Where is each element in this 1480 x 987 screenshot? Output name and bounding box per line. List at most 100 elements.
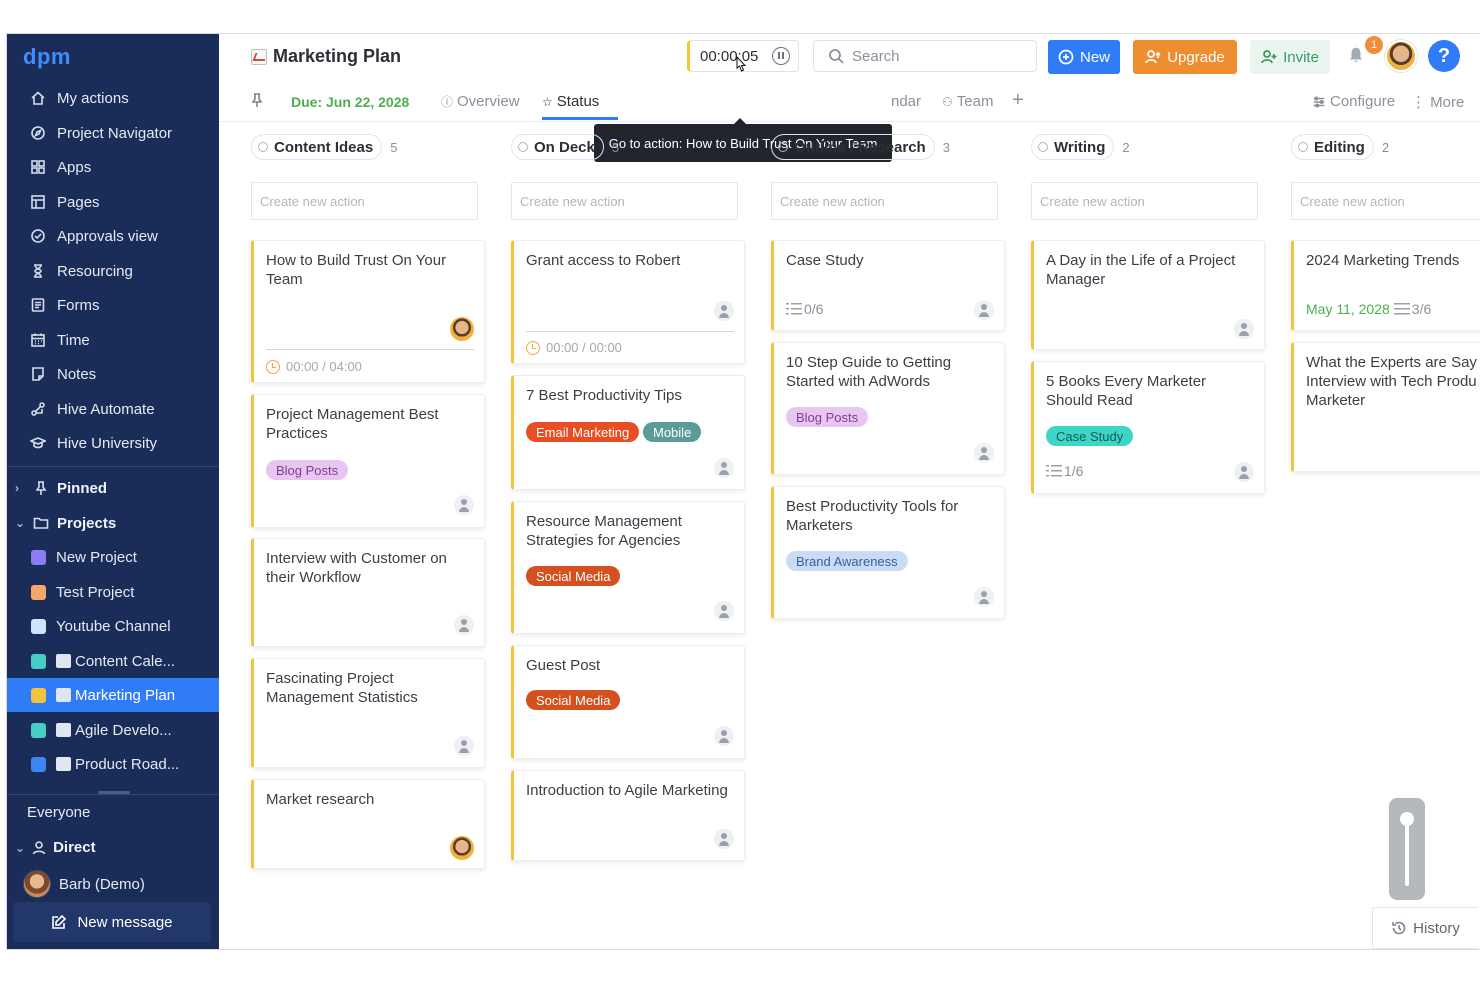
everyone-channel[interactable]: Everyone — [27, 804, 90, 821]
sidebar-item-notes[interactable]: Notes — [7, 357, 219, 391]
action-card[interactable]: 5 Books Every Marketer Should Read Case … — [1031, 361, 1265, 494]
sidebar-item-pages[interactable]: Pages — [7, 185, 219, 219]
tab-calendar[interactable]: ndar — [891, 93, 921, 110]
unassigned-person-icon[interactable] — [454, 495, 474, 515]
notifications-bell-icon[interactable] — [1347, 46, 1367, 66]
sidebar-item-resourcing[interactable]: Resourcing — [7, 254, 219, 288]
action-card[interactable]: Grant access to Robert 00:00 / 00:00 — [511, 240, 745, 364]
tab-overview[interactable]: ⓘ Overview — [441, 93, 520, 110]
column-header[interactable]: Editing 2 — [1291, 134, 1389, 160]
label-tag[interactable]: Brand Awareness — [786, 551, 908, 571]
sidebar-item-hive-university[interactable]: Hive University — [7, 426, 219, 460]
project-new-project[interactable]: New Project — [7, 540, 219, 574]
new-message-button[interactable]: New message — [13, 902, 211, 942]
checklist-progress[interactable]: 3/6 — [1393, 301, 1431, 317]
project-agile-development[interactable]: Agile Develo... — [7, 713, 219, 747]
label-tag[interactable]: Email Marketing — [526, 422, 640, 442]
action-card[interactable]: What the Experts are Say Interview with … — [1291, 342, 1480, 472]
sidebar-item-approvals-view[interactable]: Approvals view — [7, 219, 219, 253]
sidebar-item-forms[interactable]: Forms — [7, 288, 219, 322]
action-card[interactable]: Interview with Customer on their Workflo… — [251, 538, 485, 647]
project-youtube-channel[interactable]: Youtube Channel — [7, 609, 219, 643]
time-tracked[interactable]: 00:00 / 04:00 — [266, 359, 362, 374]
action-card[interactable]: Guest Post Social Media — [511, 645, 745, 759]
checklist-progress[interactable]: 0/6 — [786, 301, 823, 317]
unassigned-person-icon[interactable] — [714, 601, 734, 621]
unassigned-person-icon[interactable] — [714, 301, 734, 321]
new-button[interactable]: New — [1048, 40, 1120, 74]
history-button[interactable]: History — [1372, 907, 1478, 949]
create-action-input[interactable]: Create new action — [251, 182, 478, 220]
action-card[interactable]: Project Management Best Practices Blog P… — [251, 394, 485, 528]
create-action-input[interactable]: Create new action — [511, 182, 738, 220]
sidebar-section-direct[interactable]: ⌄ Direct — [15, 839, 96, 856]
sidebar-item-my-actions[interactable]: My actions — [7, 81, 219, 115]
zoom-slider[interactable] — [1389, 798, 1425, 900]
action-card[interactable]: Resource Management Strategies for Agenc… — [511, 501, 745, 634]
help-button[interactable]: ? — [1428, 40, 1460, 72]
unassigned-person-icon[interactable] — [454, 736, 474, 756]
unassigned-person-icon[interactable] — [974, 300, 994, 320]
label-tag[interactable]: Case Study — [1046, 426, 1134, 446]
column-header[interactable]: On Deck 5 — [511, 134, 619, 160]
zoom-slider-handle[interactable] — [1400, 812, 1414, 826]
action-card[interactable]: Fascinating Project Management Statistic… — [251, 658, 485, 768]
sidebar-section-pinned[interactable]: › Pinned — [7, 471, 219, 505]
column-status-pill[interactable]: Writing — [1031, 134, 1115, 160]
action-card[interactable]: Best Productivity Tools for Marketers Br… — [771, 486, 1005, 619]
column-status-pill[interactable]: On Deck — [511, 134, 604, 160]
assignee-avatar[interactable] — [450, 836, 474, 860]
sidebar-item-apps[interactable]: Apps — [7, 150, 219, 184]
unassigned-person-icon[interactable] — [974, 443, 994, 463]
label-tag[interactable]: Blog Posts — [266, 460, 349, 480]
sidebar-item-hive-automate[interactable]: Hive Automate — [7, 392, 219, 426]
unassigned-person-icon[interactable] — [1234, 462, 1254, 482]
action-card[interactable]: Introduction to Agile Marketing — [511, 770, 745, 861]
action-card[interactable]: Case Study 0/6 — [771, 240, 1005, 331]
unassigned-person-icon[interactable] — [714, 726, 734, 746]
tab-status[interactable]: ☆ Status — [542, 93, 599, 110]
project-product-roadmap[interactable]: Product Road... — [7, 747, 219, 781]
page-title[interactable]: Marketing Plan — [251, 46, 401, 67]
user-avatar[interactable] — [1385, 40, 1417, 72]
column-status-pill[interactable]: Editing — [1291, 134, 1374, 160]
upgrade-button[interactable]: Upgrade — [1133, 40, 1237, 74]
action-card[interactable]: Market research — [251, 779, 485, 869]
invite-button[interactable]: Invite — [1250, 40, 1330, 74]
checklist-progress[interactable]: 1/6 — [1046, 463, 1083, 479]
card-due-date[interactable]: May 11, 2028 3/6 — [1306, 301, 1431, 317]
search-input[interactable]: Search — [813, 40, 1037, 72]
assignee-avatar[interactable] — [450, 317, 474, 341]
sidebar-section-projects[interactable]: ⌄ Projects — [7, 506, 219, 540]
unassigned-person-icon[interactable] — [714, 829, 734, 849]
create-action-input[interactable]: Create new action — [1291, 182, 1480, 220]
tab-team[interactable]: ⚇ Team — [942, 93, 993, 110]
label-tag[interactable]: Social Media — [526, 566, 621, 586]
create-action-input[interactable]: Create new action — [771, 182, 998, 220]
project-marketing-plan[interactable]: Marketing Plan — [7, 678, 219, 712]
unassigned-person-icon[interactable] — [1234, 319, 1254, 339]
pin-icon[interactable] — [249, 92, 265, 110]
action-card[interactable]: 2024 Marketing Trends May 11, 2028 3/6 — [1291, 240, 1480, 331]
add-view-plus-icon[interactable]: + — [1012, 89, 1024, 112]
label-tag[interactable]: Social Media — [526, 690, 621, 710]
action-card[interactable]: 10 Step Guide to Getting Started with Ad… — [771, 342, 1005, 475]
project-test-project[interactable]: Test Project — [7, 575, 219, 609]
direct-user-barb[interactable]: Barb (Demo) — [23, 870, 145, 898]
configure-button[interactable]: Configure — [1312, 93, 1395, 110]
label-tag[interactable]: Blog Posts — [786, 407, 869, 427]
label-tag[interactable]: Mobile — [643, 422, 702, 442]
sidebar-item-project-navigator[interactable]: Project Navigator — [7, 116, 219, 150]
project-content-calendar[interactable]: Content Cale... — [7, 644, 219, 678]
action-card[interactable]: How to Build Trust On Your Team 00:00 / … — [251, 240, 485, 383]
create-action-input[interactable]: Create new action — [1031, 182, 1258, 220]
sidebar-item-time[interactable]: Time — [7, 323, 219, 357]
time-tracked[interactable]: 00:00 / 00:00 — [526, 340, 622, 355]
dpm-logo[interactable]: dpm — [23, 44, 71, 70]
due-date[interactable]: Due: Jun 22, 2028 — [291, 94, 409, 110]
unassigned-person-icon[interactable] — [454, 615, 474, 635]
column-status-pill[interactable]: Content Ideas — [251, 134, 383, 160]
unassigned-person-icon[interactable] — [974, 587, 994, 607]
unassigned-person-icon[interactable] — [714, 458, 734, 478]
column-header[interactable]: Content Ideas 5 — [251, 134, 397, 160]
